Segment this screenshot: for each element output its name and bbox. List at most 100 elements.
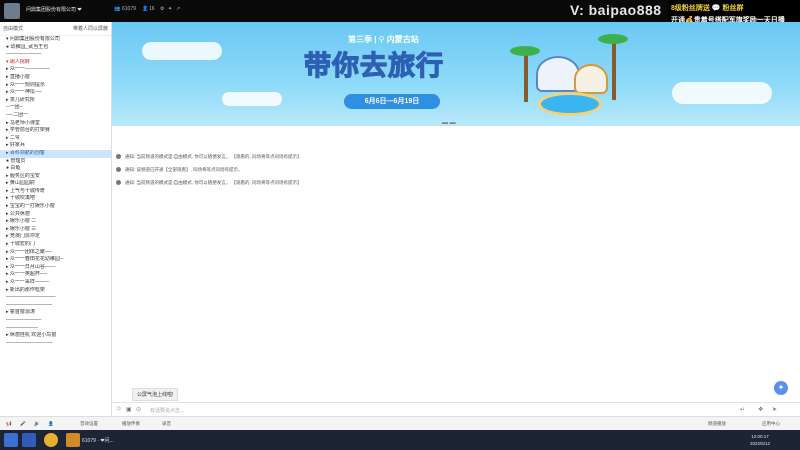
channel-tree-item[interactable]: ● 幼稚园_武当王也 bbox=[0, 44, 111, 52]
channel-tree-item[interactable]: ▸ 公共休憩 bbox=[0, 211, 111, 219]
info-icon bbox=[116, 167, 121, 173]
assistant-float-button[interactable]: ✦ bbox=[774, 381, 788, 395]
channel-tree-item[interactable]: ● 白龟 bbox=[0, 165, 111, 173]
channel-tree-item[interactable]: ▸ 众一一神坛── bbox=[0, 89, 111, 97]
enter-icon[interactable]: ↵ bbox=[740, 406, 745, 413]
send-icon[interactable]: ➤ bbox=[772, 406, 777, 413]
event-banner[interactable]: 第三季 | ⚲ 内蒙古站 带你去旅行 6月6日—6月19日 ▬ ▬ bbox=[112, 22, 800, 126]
channel-tree-header: 自由模式 带着人同以屏蔽 bbox=[0, 22, 111, 36]
cloud-shape bbox=[672, 82, 772, 104]
status-item[interactable]: 📢 bbox=[6, 421, 12, 427]
gift-icon[interactable]: ❖ bbox=[758, 406, 763, 413]
message-list: 通知: 当前频道的模式是:自由模式, 你可以随便发言。 【观看的, 同场将等点同… bbox=[112, 150, 800, 189]
channel-tree-item[interactable]: ▸ 服务区的宝安 bbox=[0, 173, 111, 181]
bubble-tip[interactable]: 公屏气泡上线啦! bbox=[132, 388, 179, 401]
channel-tree-item[interactable]: ▸ 上气与十城传奇 bbox=[0, 188, 111, 196]
mode-action[interactable]: 带着人同以屏蔽 bbox=[73, 25, 108, 32]
channel-tree-panel: 自由模式 带着人同以屏蔽 ▾ 问鼎集团股份有限公司 ● 幼稚园_武当王也 ───… bbox=[0, 22, 112, 416]
channel-tree: ▾ 问鼎集团股份有限公司 ● 幼稚园_武当王也 ────────── ▾ 踢人挑… bbox=[0, 36, 111, 347]
fans-count: 61079 bbox=[122, 6, 136, 12]
banner-slogan: 带你去旅行 bbox=[303, 50, 444, 82]
channel-tree-item[interactable]: ▾ 问鼎集团股份有限公司 bbox=[0, 36, 111, 44]
system-message: 通知: 当前频道的模式是:自由模式, 你可以随便发言。 【观看的, 同场将等点同… bbox=[112, 176, 800, 189]
status-item[interactable]: 👤 bbox=[48, 421, 54, 427]
channel-tree-item[interactable]: ────────────── bbox=[0, 294, 111, 302]
channel-tree-item[interactable]: ▸ 众一一日月山谷─── bbox=[0, 264, 111, 272]
channel-tree-item[interactable]: ● 管理员 bbox=[0, 158, 111, 166]
chat-area: 第三季 | ⚲ 内蒙古站 带你去旅行 6月6日—6月19日 ▬ ▬ 通知: 当前… bbox=[112, 22, 800, 416]
palm-tree bbox=[524, 52, 528, 102]
settings-icon[interactable]: ⚙ bbox=[160, 6, 164, 12]
online-count: 16 bbox=[149, 6, 155, 12]
channel-tree-item[interactable]: ────────── bbox=[0, 51, 111, 59]
channel-tree-item[interactable]: ─一团─ bbox=[0, 104, 111, 112]
mode-label[interactable]: 自由模式 bbox=[3, 25, 23, 32]
top-bar: 问鼎集团股份有限公司 ❤ 👥 61079 👤 16 ⚙ ✦ ↗ V: baipa… bbox=[0, 0, 800, 30]
yurt-shape bbox=[574, 64, 608, 94]
channel-tree-item[interactable]: ▸ 众一一春田花花幼稚园─ bbox=[0, 256, 111, 264]
channel-tree-item[interactable]: ────────── bbox=[0, 317, 111, 325]
channel-tree-item[interactable]: ▸ 学管前台的打架赛 bbox=[0, 127, 111, 135]
cloud-shape bbox=[222, 92, 282, 106]
channel-tree-item[interactable]: ▸ 休憩挂机 欢迎小鸟窗 bbox=[0, 332, 111, 340]
start-icon[interactable] bbox=[4, 433, 18, 447]
channel-tree-item[interactable]: ▸ 茶几研究所 bbox=[0, 97, 111, 105]
channel-tree-item[interactable]: ▸ 直播小窗 bbox=[0, 74, 111, 82]
channel-tree-item[interactable]: ▸ 娱乐小窗 三 bbox=[0, 226, 111, 234]
channel-tree-item[interactable]: ▸ 竞演门派冲定 bbox=[0, 233, 111, 241]
channel-tree-item[interactable]: ▸ 十城吹凑吧 bbox=[0, 195, 111, 203]
channel-tree-item[interactable]: ▾ 踢人挑衅 bbox=[0, 59, 111, 67]
banner-pager[interactable]: ▬ ▬ bbox=[442, 120, 456, 126]
channel-tree-item[interactable]: ▸ 众一一─────── bbox=[0, 66, 111, 74]
channel-tree-item[interactable]: ▸ 百科领航的创客 bbox=[0, 149, 111, 158]
status-right-item[interactable]: 频道播放 bbox=[708, 421, 726, 427]
channel-tree-item[interactable]: ▸ 众一一规则提示 bbox=[0, 82, 111, 90]
cloud-shape bbox=[142, 42, 222, 60]
user-name[interactable]: 问鼎集团股份有限公司 ❤ bbox=[26, 6, 82, 13]
status-item[interactable]: 音效设置 bbox=[80, 421, 98, 427]
share-icon[interactable]: ↗ bbox=[176, 6, 180, 12]
channel-tree-item[interactable]: ▸ 十城宏的门 bbox=[0, 241, 111, 249]
status-bar: 📢 🎤 🔊 👤 音效设置 播放伴奏 录音 频道播放 应用中心 bbox=[0, 416, 800, 430]
status-item[interactable]: 🔊 bbox=[34, 421, 40, 427]
info-icon bbox=[116, 180, 121, 186]
status-item[interactable]: 播放伴奏 bbox=[122, 421, 140, 427]
channel-tree-item[interactable]: ▸ 众一一英超杯── bbox=[0, 271, 111, 279]
taskbar-app-label[interactable]: 61079 · ❤问... bbox=[82, 437, 114, 444]
status-item[interactable]: 录音 bbox=[162, 421, 171, 427]
palm-leaf bbox=[598, 34, 628, 44]
status-item[interactable]: 🎤 bbox=[20, 421, 26, 427]
channel-tree-item[interactable]: ▸ 新出的那作框架 bbox=[0, 287, 111, 295]
input-bar: ☺ ▣ ⊙ 有话要说点击... ↵ ❖ ➤ bbox=[112, 402, 800, 416]
browser-icon[interactable] bbox=[44, 433, 58, 447]
yy-app-icon[interactable] bbox=[66, 433, 80, 447]
mic-icon[interactable]: ⊙ bbox=[136, 406, 141, 413]
channel-tree-item[interactable]: ▸ 霍首窗源涛 bbox=[0, 309, 111, 317]
channel-tree-item[interactable]: ───────────── bbox=[0, 340, 111, 348]
clock-time: 12:00:17 bbox=[751, 434, 769, 439]
channel-tree-item[interactable]: ▸ 好家兵 bbox=[0, 142, 111, 150]
fans-icon: 👥 bbox=[114, 6, 121, 12]
clock-date: 2022/6/12 bbox=[750, 441, 771, 446]
status-right-item[interactable]: 应用中心 bbox=[762, 421, 780, 427]
channel-tree-item[interactable]: ▸ 二爷 bbox=[0, 135, 111, 143]
channel-tree-item[interactable]: ▸ 众一一团体之聚── bbox=[0, 249, 111, 257]
app-icon[interactable] bbox=[22, 433, 36, 447]
user-avatar[interactable] bbox=[4, 3, 20, 19]
channel-tree-item[interactable]: ▸ 宝宝的一打娱乐小窗 bbox=[0, 203, 111, 211]
channel-tree-item[interactable]: ──二团一 bbox=[0, 112, 111, 120]
banner-dates: 6月6日—6月19日 bbox=[344, 94, 440, 109]
pin-icon[interactable]: ✦ bbox=[168, 6, 172, 12]
channel-tree-item[interactable]: ▸ 黄山园园尉 bbox=[0, 180, 111, 188]
image-icon[interactable]: ▣ bbox=[126, 406, 132, 413]
channel-tree-item[interactable]: ▸ 娱乐小窗 二 bbox=[0, 218, 111, 226]
info-icon bbox=[116, 154, 121, 160]
channel-tree-item[interactable]: ───────── bbox=[0, 325, 111, 333]
system-message: 通知: 当前频道的模式是:自由模式, 你可以随便发言。 【观看的, 同场将等点同… bbox=[112, 150, 800, 163]
emoji-icon[interactable]: ☺ bbox=[116, 406, 122, 412]
channel-tree-item[interactable]: ▸ 马老师小课堂 bbox=[0, 120, 111, 128]
os-taskbar: 61079 · ❤问... 12:00:17 2022/6/12 bbox=[0, 430, 800, 450]
chat-input[interactable]: 有话要说点击... bbox=[150, 407, 184, 414]
channel-tree-item[interactable]: ▸ 众一一采样──── bbox=[0, 279, 111, 287]
channel-tree-item[interactable]: ───────────── bbox=[0, 302, 111, 310]
